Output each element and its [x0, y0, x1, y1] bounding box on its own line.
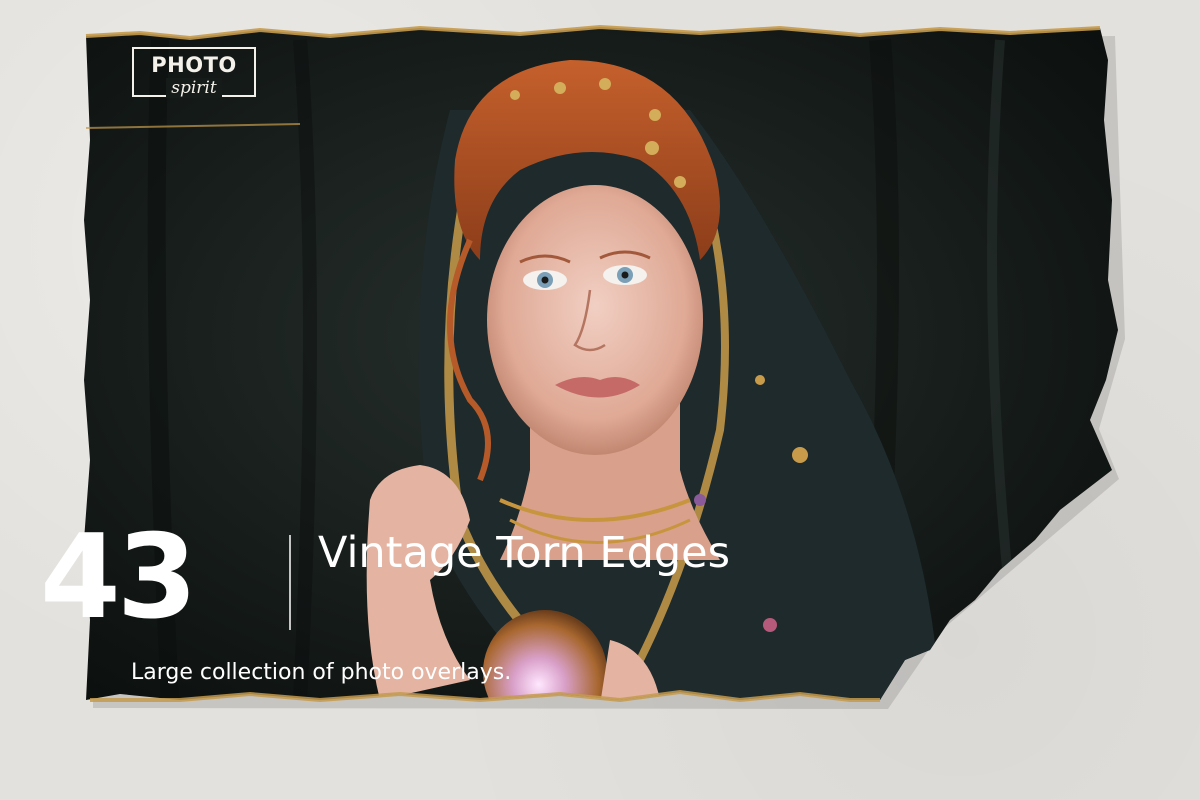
product-subtitle: Large collection of photo overlays.	[131, 660, 512, 685]
overlay-count: 43	[40, 510, 197, 645]
brand-logo: PHOTO spirit	[132, 47, 256, 98]
title-divider	[289, 535, 291, 630]
logo-script-text: spirit	[166, 78, 222, 98]
logo-script: spirit	[134, 78, 254, 98]
logo-wordmark: PHOTO	[151, 53, 237, 77]
product-title: Vintage Torn Edges	[318, 528, 731, 578]
